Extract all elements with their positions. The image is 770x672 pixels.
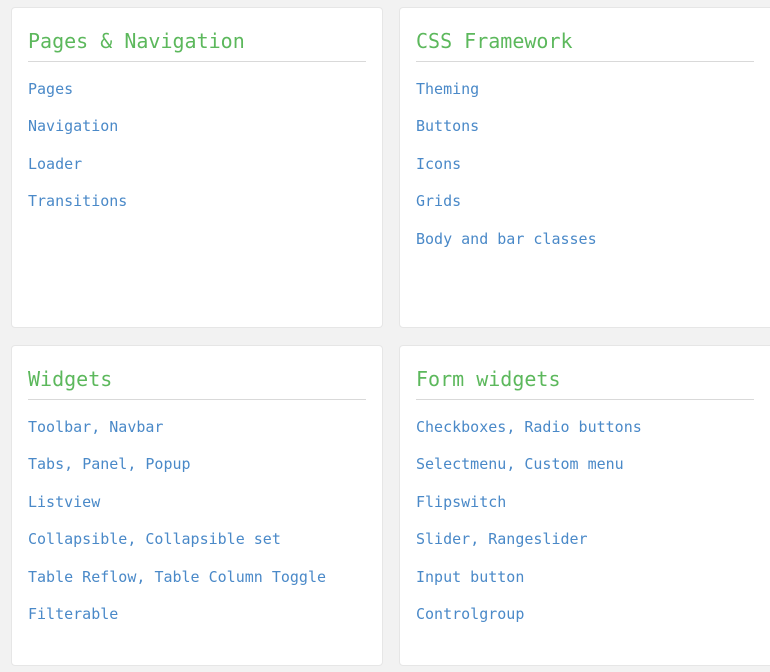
nav-link[interactable]: Table Column Toggle — [154, 568, 326, 586]
card-css-framework: CSS Framework Theming Buttons Icons Grids Bo… — [399, 7, 770, 328]
nav-link[interactable]: Slider — [416, 530, 470, 548]
card-title: Pages & Navigation — [28, 28, 366, 62]
nav-link[interactable]: Pages — [28, 80, 73, 98]
card-widgets: Widgets Toolbar, Navbar Tabs, Panel, Popu… — [11, 345, 383, 666]
nav-link[interactable]: Radio buttons — [524, 418, 641, 436]
nav-link[interactable]: Tabs — [28, 455, 64, 473]
list-item: Slider, Rangeslider — [416, 526, 762, 563]
list-item: Grids — [416, 188, 762, 225]
list-item: Loader — [28, 151, 366, 188]
list-item: Controlgroup — [416, 601, 762, 638]
nav-link[interactable]: Input button — [416, 568, 524, 586]
list-item: Listview — [28, 489, 366, 526]
link-separator: , — [64, 455, 74, 474]
nav-link[interactable]: Navigation — [28, 117, 118, 135]
nav-link[interactable]: Collapsible — [28, 530, 127, 548]
link-separator: , — [470, 530, 480, 549]
nav-link[interactable]: Collapsible set — [145, 530, 280, 548]
list-item: Selectmenu, Custom menu — [416, 451, 762, 488]
nav-link[interactable]: Icons — [416, 155, 461, 173]
nav-link[interactable]: Panel — [82, 455, 127, 473]
nav-link[interactable]: Toolbar — [28, 418, 91, 436]
list-item: Filterable — [28, 601, 366, 638]
list-item: Icons — [416, 151, 762, 188]
nav-link[interactable]: Theming — [416, 80, 479, 98]
link-list: Checkboxes, Radio buttons Selectmenu, Cus… — [416, 414, 762, 638]
nav-link[interactable]: Flipswitch — [416, 493, 506, 511]
nav-link[interactable]: Grids — [416, 192, 461, 210]
nav-link[interactable]: Table Reflow — [28, 568, 136, 586]
link-separator: , — [127, 455, 137, 474]
list-item: Collapsible, Collapsible set — [28, 526, 366, 563]
nav-link[interactable]: Buttons — [416, 117, 479, 135]
nav-link[interactable]: Transitions — [28, 192, 127, 210]
list-item: Navigation — [28, 113, 366, 150]
nav-link[interactable]: Navbar — [109, 418, 163, 436]
list-item: Theming — [416, 76, 762, 113]
nav-link[interactable]: Custom menu — [524, 455, 623, 473]
list-item: Checkboxes, Radio buttons — [416, 414, 762, 451]
list-item: Input button — [416, 564, 762, 601]
card-title: Widgets — [28, 366, 366, 400]
link-list: Theming Buttons Icons Grids Body and bar cla… — [416, 76, 762, 263]
list-item: Flipswitch — [416, 489, 762, 526]
nav-link[interactable]: Filterable — [28, 605, 118, 623]
nav-link[interactable]: Checkboxes — [416, 418, 506, 436]
card-title: CSS Framework — [416, 28, 754, 62]
list-item: Tabs, Panel, Popup — [28, 451, 366, 488]
card-form-widgets: Form widgets Checkboxes, Radio buttons Se… — [399, 345, 770, 666]
nav-link[interactable]: Popup — [145, 455, 190, 473]
link-separator: , — [136, 567, 146, 586]
link-separator: , — [506, 418, 516, 436]
list-item: Table Reflow, Table Column Toggle — [28, 564, 366, 601]
link-list: Toolbar, Navbar Tabs, Panel, Popup Listvie… — [28, 414, 366, 638]
nav-link[interactable]: Rangeslider — [488, 530, 587, 548]
link-separator: , — [91, 418, 101, 436]
list-item: Transitions — [28, 188, 366, 225]
nav-link[interactable]: Body and bar classes — [416, 230, 597, 248]
link-list: Pages Navigation Loader Transitions — [28, 76, 366, 226]
link-separator: , — [127, 530, 137, 549]
list-item: Body and bar classes — [416, 226, 762, 263]
nav-link[interactable]: Loader — [28, 155, 82, 173]
demo-index-page: Pages & Navigation Pages Navigation Loader… — [0, 0, 770, 672]
link-separator: , — [506, 455, 516, 474]
list-item: Toolbar, Navbar — [28, 414, 366, 451]
card-title: Form widgets — [416, 366, 754, 400]
nav-link[interactable]: Listview — [28, 493, 100, 511]
card-pages-navigation: Pages & Navigation Pages Navigation Loader… — [11, 7, 383, 328]
list-item: Buttons — [416, 113, 762, 150]
list-item: Pages — [28, 76, 366, 113]
nav-link[interactable]: Selectmenu — [416, 455, 506, 473]
nav-link[interactable]: Controlgroup — [416, 605, 524, 623]
